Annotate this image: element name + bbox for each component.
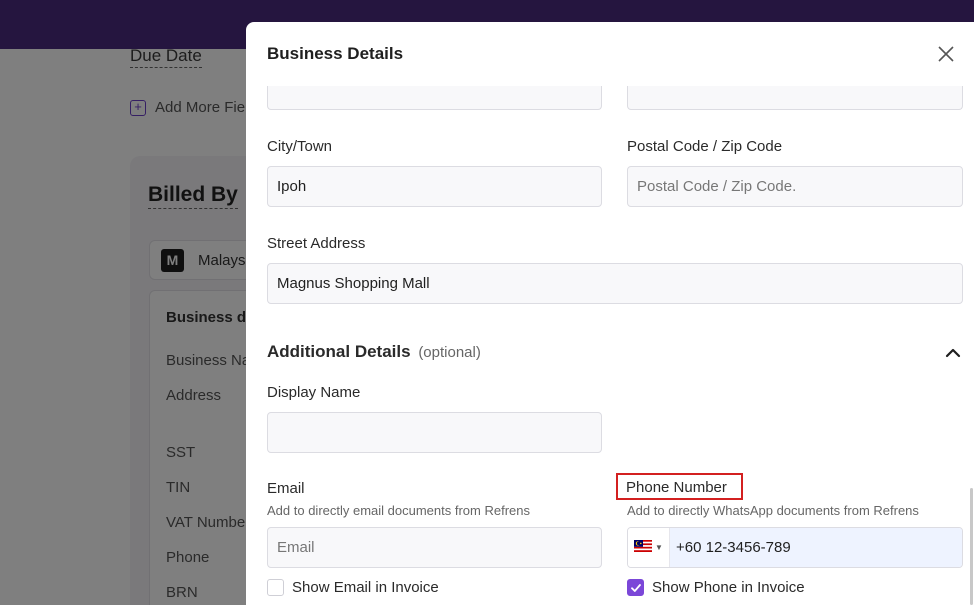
display-name-input[interactable] xyxy=(267,412,602,453)
postal-code-input[interactable] xyxy=(627,166,963,207)
street-address-input[interactable] xyxy=(267,263,963,304)
phone-number-field: ▼ xyxy=(627,527,963,568)
checkmark-icon xyxy=(630,583,641,592)
optional-tag: (optional) xyxy=(418,344,481,361)
show-email-checkbox[interactable] xyxy=(267,579,284,596)
show-phone-toggle[interactable]: Show Phone in Invoice xyxy=(627,579,805,596)
city-input[interactable] xyxy=(267,166,602,207)
show-email-label: Show Email in Invoice xyxy=(292,579,439,596)
country-code-select[interactable]: ▼ xyxy=(628,528,670,567)
phone-number-input[interactable] xyxy=(670,528,962,567)
malaysia-flag-icon xyxy=(634,539,653,557)
postal-code-label: Postal Code / Zip Code xyxy=(627,138,783,155)
business-details-modal: Business Details City/Town Postal Code /… xyxy=(246,22,974,605)
additional-details-heading[interactable]: Additional Details (optional) xyxy=(267,342,481,362)
close-icon[interactable] xyxy=(936,44,956,64)
caret-down-icon: ▼ xyxy=(655,543,663,552)
city-label: City/Town xyxy=(267,138,333,155)
phone-number-label: Phone Number xyxy=(616,473,743,500)
street-address-label: Street Address xyxy=(267,235,366,252)
show-phone-label: Show Phone in Invoice xyxy=(652,579,805,596)
address-line-input[interactable] xyxy=(267,86,602,110)
modal-scrollbar[interactable] xyxy=(970,488,973,605)
chevron-up-icon[interactable] xyxy=(944,344,962,362)
email-label: Email xyxy=(267,480,305,497)
email-hint: Add to directly email documents from Ref… xyxy=(267,503,530,518)
show-phone-checkbox[interactable] xyxy=(627,579,644,596)
email-input[interactable] xyxy=(267,527,602,568)
modal-header: Business Details xyxy=(246,22,974,86)
state-input[interactable] xyxy=(627,86,963,110)
display-name-label: Display Name xyxy=(267,384,361,401)
additional-details-title: Additional Details xyxy=(267,342,411,361)
modal-title: Business Details xyxy=(267,44,404,63)
show-email-toggle[interactable]: Show Email in Invoice xyxy=(267,579,439,596)
phone-hint: Add to directly WhatsApp documents from … xyxy=(627,503,919,518)
